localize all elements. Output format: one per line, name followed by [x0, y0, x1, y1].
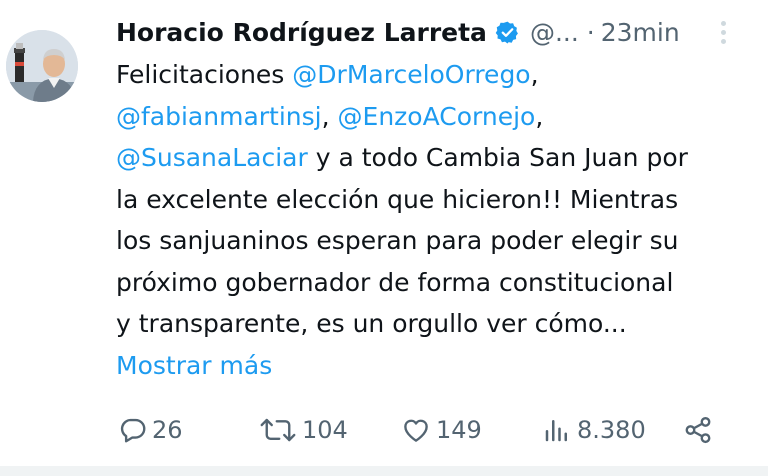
action-bar: 26 104 149 8.380: [0, 402, 768, 458]
show-more-link[interactable]: Mostrar más: [116, 345, 756, 387]
avatar[interactable]: [6, 30, 78, 102]
tweet-text-segment: Felicitaciones: [116, 60, 293, 89]
views-button[interactable]: 8.380: [541, 402, 646, 458]
reply-icon: [118, 415, 148, 445]
tweet-text-segment: la excelente elección que hicieron!! Mie…: [116, 184, 679, 214]
mention-link[interactable]: @EnzoACornejo: [338, 102, 536, 131]
tweet-text-lines: Felicitaciones @DrMarceloOrrego, @fabianm…: [116, 54, 756, 345]
like-count: 149: [436, 416, 482, 444]
avatar-photo: [6, 30, 78, 102]
more-options-icon[interactable]: [716, 18, 730, 48]
share-icon: [682, 415, 714, 445]
tweet-header: Horacio Rodríguez Larreta @... · 23min: [116, 12, 680, 52]
tweet-text-segment: ,: [535, 101, 544, 131]
tweet-text-line: Felicitaciones @DrMarceloOrrego,: [116, 54, 756, 96]
tweet-text: Felicitaciones @DrMarceloOrrego, @fabianm…: [116, 54, 756, 386]
tweet-text-segment: y a todo Cambia San Juan por: [307, 143, 688, 172]
tweet-text-line: @fabianmartinsj, @EnzoACornejo,: [116, 96, 756, 138]
separator-dot: ·: [586, 17, 595, 47]
mention-link[interactable]: @SusanaLaciar: [116, 143, 308, 172]
tweet-divider: [0, 466, 768, 476]
reply-button[interactable]: 26: [118, 402, 183, 458]
mention-link[interactable]: @fabianmartinsj: [116, 102, 322, 131]
tweet-text-segment: y transparente, es un orgullo ver cómo..…: [116, 309, 627, 338]
tweet-text-line: los sanjuaninos esperan para poder elegi…: [116, 220, 756, 262]
repost-count: 104: [302, 416, 348, 444]
tweet-text-line: y transparente, es un orgullo ver cómo..…: [116, 303, 756, 345]
tweet-text-line: la excelente elección que hicieron!! Mie…: [116, 179, 756, 221]
share-button[interactable]: [682, 402, 714, 458]
mention-link[interactable]: @DrMarceloOrrego: [292, 60, 530, 89]
repost-button[interactable]: 104: [258, 402, 348, 458]
like-icon: [400, 415, 432, 445]
tweet-timestamp[interactable]: 23min: [601, 18, 680, 47]
tweet-text-segment: próximo gobernador de forma constitucion…: [116, 267, 674, 297]
tweet-text-segment: ,: [530, 60, 539, 89]
tweet[interactable]: Horacio Rodríguez Larreta @... · 23min F…: [0, 0, 768, 476]
views-icon: [541, 415, 573, 445]
tweet-text-segment: ,: [321, 101, 338, 131]
tweet-text-line: próximo gobernador de forma constitucion…: [116, 262, 756, 304]
like-button[interactable]: 149: [400, 402, 482, 458]
reply-count: 26: [152, 416, 183, 444]
verified-badge-icon: [495, 20, 520, 45]
author-handle[interactable]: @...: [530, 18, 579, 47]
tweet-text-line: @SusanaLaciar y a todo Cambia San Juan p…: [116, 137, 756, 179]
author-name[interactable]: Horacio Rodríguez Larreta: [116, 18, 487, 47]
repost-icon: [258, 415, 298, 445]
view-count: 8.380: [577, 416, 646, 444]
tweet-text-segment: los sanjuaninos esperan para poder elegi…: [116, 226, 679, 255]
